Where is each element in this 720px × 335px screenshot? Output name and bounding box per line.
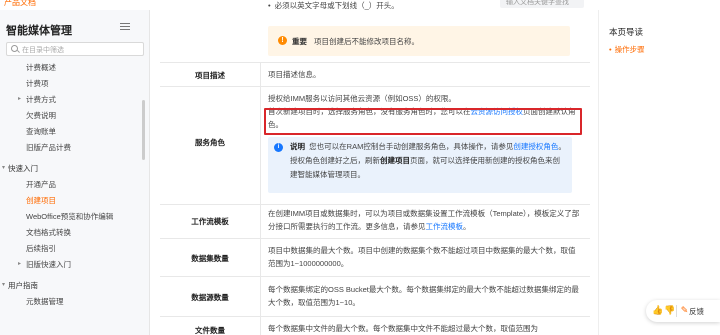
note-label: 说明 <box>290 142 305 151</box>
thumbs-up-icon[interactable]: 👍 <box>652 305 663 316</box>
sidebar-item[interactable]: 后续指引 <box>0 243 56 255</box>
row-label: 文件数量 <box>195 326 225 335</box>
warning-callout: ! 重要 项目创建后不能修改项目名称。 <box>268 26 570 56</box>
workflow-template-link[interactable]: 工作流模板 <box>426 222 464 231</box>
role-intro: 授权给IMM服务以访问其他云资源（例如OSS）的权限。 <box>268 94 456 103</box>
sidebar-scrollbar[interactable] <box>142 100 145 160</box>
sidebar-item[interactable]: 旧版快速入门 <box>0 259 71 271</box>
row-label: 项目描述 <box>195 71 225 80</box>
menu-collapse-icon[interactable] <box>120 23 130 31</box>
chevron-down-icon[interactable]: ▾ <box>2 164 5 171</box>
sidebar-item[interactable]: WebOffice预览和协作编辑 <box>0 211 113 223</box>
row-label: 服务角色 <box>195 138 225 147</box>
chevron-right-icon[interactable]: ▸ <box>18 95 21 102</box>
row-value: 每个数据集中文件的最大个数。每个数据集中文件不能超过最大个数，取值范围为 <box>268 324 538 333</box>
row-value: 在创建IMM项目或数据集时，可以为项目或数据集设置工作流模板（Template）… <box>268 207 580 233</box>
warning-text: 项目创建后不能修改项目名称。 <box>314 37 419 46</box>
top-nav-link[interactable]: 产品文档 <box>4 0 36 8</box>
table-row-datasource-count: 数据源数量 每个数据集绑定的OSS Bucket最大个数。每个数据集绑定的最大个… <box>160 276 590 316</box>
thumbs-down-icon[interactable]: 👎 <box>664 305 675 316</box>
highlight-annotation-box <box>264 108 582 135</box>
sidebar-item[interactable]: 旧版产品计费 <box>0 142 71 154</box>
sidebar-item[interactable]: 计费项 <box>0 78 49 90</box>
toc-item-steps[interactable]: 操作步骤 <box>609 44 645 55</box>
toc-title: 本页导读 <box>609 27 644 37</box>
row-label: 工作流模板 <box>191 217 229 226</box>
chevron-down-icon[interactable]: ▾ <box>2 281 5 288</box>
sidebar: 智能媒体管理 在目录中筛选 计费概述 计费项 计费方式 ▸ 欠费说明 查询账单 旧版产品计费… <box>0 10 150 335</box>
note-text: 说明 您也可以在RAM控制台手动创建服务角色，具体操作，请参见创建授权角色。授权… <box>290 140 566 182</box>
search-icon <box>11 45 18 52</box>
sidebar-item[interactable]: 计费概述 <box>0 62 56 74</box>
workflow-text-end: 。 <box>463 222 471 231</box>
sidebar-item[interactable]: 创建项目 <box>0 195 56 207</box>
sidebar-item[interactable]: 元数据管理 <box>0 296 64 308</box>
workflow-text: 在创建IMM项目或数据集时，可以为项目或数据集设置工作流模板（Template）… <box>268 209 580 231</box>
row-label: 数据源数量 <box>191 293 229 302</box>
row-value: 每个数据集绑定的OSS Bucket最大个数。每个数据集绑定的最大个数不能超过数… <box>268 285 579 307</box>
sidebar-filter-placeholder: 在目录中筛选 <box>22 47 64 54</box>
row-value: 项目中数据集的最大个数。项目中创建的数据集个数不能超过项目中数据集的最大个数，取… <box>268 246 576 268</box>
sidebar-item[interactable]: 开通产品 <box>0 179 56 191</box>
sidebar-title: 智能媒体管理 <box>6 25 72 37</box>
warning-icon: ! <box>278 36 287 45</box>
sidebar-item[interactable]: 欠费说明 <box>0 110 56 122</box>
naming-rule-bullet: 必须以英文字母或下划线（_）开头。 <box>268 0 399 11</box>
feedback-float-bar: 👍 👎 ✎ 反馈 <box>646 300 720 322</box>
table-row-file-count: 文件数量 每个数据集中文件的最大个数。每个数据集中文件不能超过最大个数，取值范围… <box>160 316 590 335</box>
table-row-description: 项目描述 项目描述信息。 <box>160 62 590 86</box>
create-project-bold: 创建项目 <box>380 156 410 165</box>
note-text-a: 您也可以在RAM控制台手动创建服务角色，具体操作，请参见 <box>309 142 514 151</box>
sidebar-item[interactable]: 文档格式转换 <box>0 227 71 239</box>
note-callout: i 说明 您也可以在RAM控制台手动创建服务角色，具体操作，请参见创建授权角色。… <box>268 137 572 193</box>
sidebar-filter-input[interactable]: 在目录中筛选 <box>6 42 144 56</box>
page-toc: 本页导读 操作步骤 <box>598 10 720 335</box>
sidebar-item[interactable]: 快速入门 <box>0 163 38 175</box>
chevron-right-icon[interactable]: ▸ <box>18 260 21 267</box>
doc-content: 必须以英文字母或下划线（_）开头。 ! 重要 项目创建后不能修改项目名称。 项目… <box>160 0 590 335</box>
sidebar-item[interactable]: 计费方式 <box>0 94 56 106</box>
sidebar-item[interactable]: 查询账单 <box>0 126 56 138</box>
row-label: 数据集数量 <box>191 254 229 263</box>
table-row-dataset-count: 数据集数量 项目中数据集的最大个数。项目中创建的数据集个数不能超过项目中数据集的… <box>160 238 590 276</box>
feedback-button[interactable]: 反馈 <box>689 306 704 317</box>
warning-label: 重要 <box>292 37 307 46</box>
create-authorized-role-link[interactable]: 创建授权角色 <box>513 142 558 151</box>
sidebar-item[interactable]: 用户指南 <box>0 280 38 292</box>
row-value: 项目描述信息。 <box>268 70 321 79</box>
info-icon: i <box>274 143 283 152</box>
table-row-workflow-template: 工作流模板 在创建IMM项目或数据集时，可以为项目或数据集设置工作流模板（Tem… <box>160 204 590 238</box>
